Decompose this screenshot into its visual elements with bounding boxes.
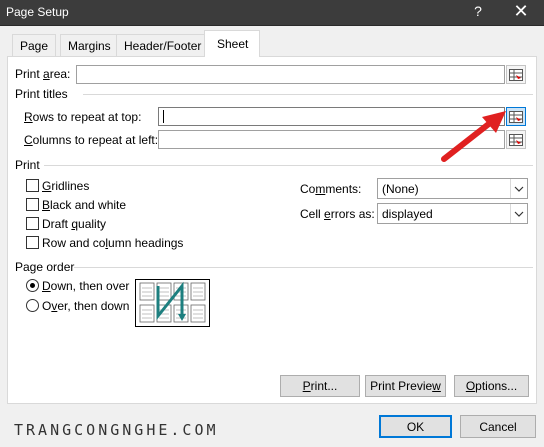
range-select-icon [509, 68, 523, 81]
page-order-divider [74, 267, 533, 268]
down-then-over-radio[interactable] [26, 279, 39, 292]
draft-quality-checkbox[interactable] [26, 217, 39, 230]
over-then-down-radio[interactable] [26, 299, 39, 312]
title-bar: Page Setup ? ✕ [0, 0, 544, 26]
ok-button[interactable]: OK [379, 415, 452, 438]
chevron-down-icon [514, 186, 524, 192]
print-titles-heading: Print titles [15, 87, 68, 101]
down-then-over-label: Down, then over [42, 279, 130, 293]
watermark-text: TRANGCONGNGHE.COM [14, 421, 219, 439]
page-order-heading: Page order [15, 260, 75, 274]
print-area-collapse-button[interactable] [506, 65, 526, 84]
tab-page[interactable]: Page [12, 34, 57, 56]
draft-quality-label: Draft quality [42, 217, 107, 231]
help-button[interactable]: ? [470, 3, 486, 19]
print-button[interactable]: Print... [280, 375, 360, 397]
options-button[interactable]: Options... [454, 375, 529, 397]
rows-repeat-label: Rows to repeat at top: [24, 110, 142, 124]
window-title: Page Setup [6, 5, 69, 19]
page-order-preview-icon [135, 279, 210, 327]
black-white-label: Black and white [42, 198, 127, 212]
gridlines-checkbox[interactable] [26, 179, 39, 192]
cell-errors-label: Cell errors as: [300, 207, 375, 221]
cancel-button[interactable]: Cancel [460, 415, 536, 438]
range-select-icon [509, 110, 523, 123]
tab-margins[interactable]: Margins [60, 34, 119, 56]
over-then-down-label: Over, then down [42, 299, 130, 313]
tab-strip: Page Margins Header/Footer Sheet [0, 26, 544, 57]
print-preview-button[interactable]: Print Previe w [365, 375, 446, 397]
print-area-input[interactable] [76, 65, 505, 84]
tab-sheet[interactable]: Sheet [204, 30, 260, 57]
sheet-panel: Print area: Print titles Rows to repeat … [7, 56, 537, 404]
black-white-checkbox[interactable] [26, 198, 39, 211]
print-divider [44, 165, 533, 166]
text-caret [163, 110, 164, 123]
row-column-headings-checkbox[interactable] [26, 236, 39, 249]
comments-select[interactable]: (None) [377, 178, 528, 199]
annotation-arrow-icon [441, 111, 506, 162]
columns-repeat-collapse-button[interactable] [506, 130, 526, 149]
radio-selected-dot [30, 283, 35, 288]
tab-header-footer[interactable]: Header/Footer [116, 34, 210, 56]
print-titles-divider [83, 94, 533, 95]
comments-label: Comments: [300, 182, 362, 196]
chevron-down-icon [514, 211, 524, 217]
cell-errors-select[interactable]: displayed [377, 203, 528, 224]
close-button[interactable]: ✕ [509, 1, 533, 22]
rows-repeat-collapse-button[interactable] [506, 107, 526, 126]
range-select-icon [509, 133, 523, 146]
columns-repeat-label: Columns to repeat at left: [24, 133, 159, 147]
row-column-headings-label: Row and column headings [42, 236, 184, 250]
print-heading: Print [15, 158, 40, 172]
gridlines-label: Gridlines [42, 179, 90, 193]
print-area-label: Print area: [15, 67, 71, 81]
